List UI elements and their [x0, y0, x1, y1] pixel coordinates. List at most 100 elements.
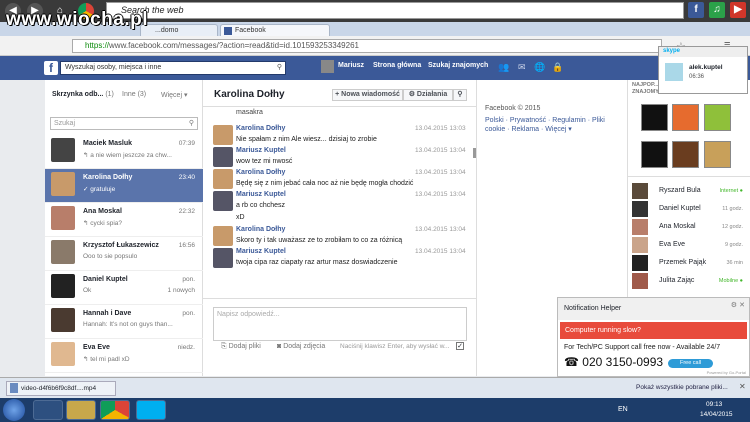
sender-name[interactable]: Karolina Dołhy	[236, 125, 285, 132]
language-indicator[interactable]: EN	[618, 406, 628, 413]
privacy-icon[interactable]: 🔒	[552, 62, 563, 73]
conversation-row[interactable]: Daniel Kuptel pon. Ok 1 nowych	[45, 271, 203, 305]
sender-name[interactable]: Mariusz Kuptel	[236, 147, 286, 154]
conversation-row[interactable]: Krzysztof Łukaszewicz 16:56 Ooo to sie pop…	[45, 237, 203, 271]
explorer-icon[interactable]	[66, 400, 96, 420]
url-input[interactable]: https://www.facebook.com/messages/?actio…	[72, 39, 662, 53]
game-icon[interactable]	[704, 141, 731, 168]
friend-row[interactable]: Julita Zając Mobilne ●	[632, 273, 747, 291]
avatar[interactable]	[213, 147, 233, 167]
friend-row[interactable]: Eva Eve 9 godz.	[632, 237, 747, 255]
phone-number[interactable]: ☎ 020 3150-0993	[564, 355, 663, 369]
friend-status: Internet ●	[719, 188, 743, 194]
scrollbar[interactable]	[473, 148, 476, 158]
gear-icon[interactable]: ⚙	[731, 301, 737, 309]
footer-links-2[interactable]: cookie · Reklama · Więcej ▾	[485, 125, 572, 133]
game-icon[interactable]	[704, 104, 731, 131]
game-icon[interactable]	[641, 141, 668, 168]
actions-button[interactable]: ⚙ Działania	[403, 89, 453, 101]
conversation-search-input[interactable]: Szukaj ⚲	[50, 117, 198, 130]
tab-facebook[interactable]: Facebook	[220, 24, 330, 36]
avatar	[632, 273, 648, 289]
game-icon[interactable]	[672, 104, 699, 131]
message-time: pon.	[182, 310, 195, 317]
skype-popup[interactable]: skype alek.kuptel 06:36	[658, 46, 748, 94]
avatar[interactable]	[321, 60, 334, 73]
youtube-icon[interactable]: ▶	[730, 2, 746, 18]
enter-to-send-checkbox[interactable]: ✓	[456, 342, 464, 350]
game-icon[interactable]	[641, 104, 668, 131]
download-item[interactable]: video-d4f6b6f9c8df....mp4	[6, 381, 116, 396]
find-friends-link[interactable]: Szukaj znajomych	[428, 62, 488, 69]
facebook-search-input[interactable]: Wyszukaj osoby, miejsca i inne ⚲	[60, 61, 286, 75]
conversation-row[interactable]: Eva Eve niedz. ↰ tel mi padl xD	[45, 339, 203, 373]
ad-text: For Tech/PC Support call free now - Avai…	[564, 344, 721, 351]
avatar[interactable]	[213, 248, 233, 268]
facebook-icon[interactable]: f	[688, 2, 704, 18]
start-button-icon[interactable]	[3, 399, 25, 421]
sender-name[interactable]: Mariusz Kuptel	[236, 248, 286, 255]
conversation-row[interactable]: Karolina Dołhy 23:40 ✓ gratuluje	[45, 169, 203, 203]
add-photos-button[interactable]: ◙ Dodaj zdjęcia	[277, 343, 325, 350]
reply-textarea[interactable]: Napisz odpowiedź...	[213, 307, 467, 341]
close-icon[interactable]: ✕	[739, 382, 746, 391]
message-snippet: ↰ tel mi padl xD	[83, 356, 130, 363]
sender-name[interactable]: Karolina Dołhy	[236, 226, 285, 233]
skype-header: skype	[659, 47, 747, 57]
clock-time[interactable]: 09:13	[706, 401, 722, 408]
clock-date[interactable]: 14/04/2015	[700, 411, 733, 418]
friend-status: Mobilne ●	[718, 278, 743, 284]
friend-name: Przemek Pająk	[659, 259, 707, 266]
friend-row[interactable]: Ana Moskal 12 godz.	[632, 219, 747, 237]
game-icon[interactable]	[672, 141, 699, 168]
alert-banner[interactable]: Computer running slow?	[560, 322, 747, 339]
message-fragment: masakra	[236, 109, 263, 116]
skype-logo-icon: skype	[663, 48, 681, 54]
facebook-logo-icon[interactable]: f	[44, 61, 58, 75]
show-all-downloads-link[interactable]: Pokaż wszystkie pobrane pliki...	[636, 384, 728, 391]
camera-icon: ◙	[277, 343, 282, 350]
friend-row[interactable]: Przemek Pająk 36 min	[632, 255, 747, 273]
conversation-row[interactable]: Maciek Masluk 07:39 ↰ a nie wiem jeszcze z…	[45, 135, 203, 169]
avatar[interactable]	[213, 169, 233, 189]
profile-link[interactable]: Mariusz	[338, 62, 364, 69]
friend-row[interactable]: Ryszard Bula Internet ●	[632, 183, 747, 201]
avatar[interactable]	[213, 125, 233, 145]
skype-taskbar-icon[interactable]	[136, 400, 166, 420]
divider	[628, 176, 750, 177]
conversation-row[interactable]: Ana Moskal 22:32 ↰ cycki spia?	[45, 203, 203, 237]
new-message-button[interactable]: + Nowa wiadomość	[332, 89, 403, 101]
messages-icon[interactable]: ✉	[518, 62, 526, 73]
windows-taskbar: EN 09:13 14/04/2015	[0, 398, 750, 422]
search-icon[interactable]: ⚲	[277, 62, 282, 74]
chrome-taskbar-icon[interactable]	[100, 400, 130, 420]
phone-icon: ☎	[564, 355, 579, 369]
divider	[203, 106, 477, 107]
home-link[interactable]: Strona główna	[373, 62, 421, 69]
free-call-badge[interactable]: Free call	[668, 359, 713, 368]
sender-name[interactable]: Mariusz Kuptel	[236, 191, 286, 198]
avatar[interactable]	[213, 191, 233, 211]
friend-name: Eva Eve	[659, 241, 686, 248]
more-dropdown[interactable]: Więcej ▾	[161, 91, 187, 99]
footer-links[interactable]: Polski · Prywatność · Regulamin · Pliki	[485, 117, 605, 124]
media-player-icon[interactable]	[33, 400, 63, 420]
conversation-row[interactable]: Hannah i Dave pon. Hannah: It's not on guy…	[45, 305, 203, 339]
other-tab[interactable]: Inne (3)	[122, 91, 146, 98]
contact-name: Ana Moskal	[83, 208, 122, 215]
friend-row[interactable]: Daniel Kuptel 11 godz.	[632, 201, 747, 219]
close-icon[interactable]: ✕	[739, 301, 745, 309]
message-time: 16:56	[178, 242, 195, 249]
web-search-input[interactable]: Search the web	[106, 2, 684, 19]
avatar[interactable]	[213, 226, 233, 246]
music-icon[interactable]: ♫	[709, 2, 725, 18]
address-bar: https://www.facebook.com/messages/?actio…	[0, 36, 750, 56]
inbox-tab[interactable]: Skrzynka odb... (1)	[52, 91, 114, 98]
sender-name[interactable]: Karolina Dołhy	[236, 169, 285, 176]
friend-requests-icon[interactable]: 👥	[498, 62, 509, 73]
add-files-button[interactable]: ⎘ Dodaj pliki	[221, 343, 261, 351]
search-chat-button[interactable]: ⚲	[453, 89, 467, 101]
tab-1[interactable]: ...domo	[140, 24, 218, 36]
contact-name: Karolina Dołhy	[83, 174, 133, 181]
notifications-icon[interactable]: 🌐	[534, 62, 545, 73]
